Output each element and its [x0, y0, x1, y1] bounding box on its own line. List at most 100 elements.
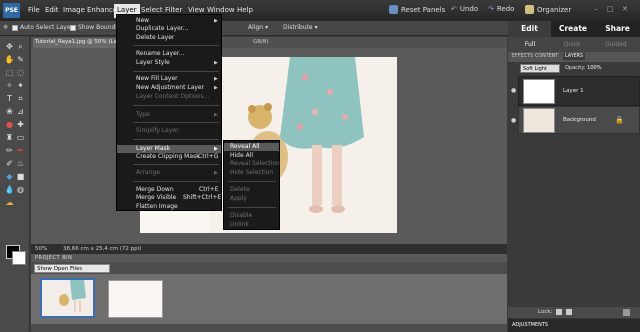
marquee-tool-icon[interactable]: ⬚: [4, 68, 15, 78]
cookie-cutter-tool-icon[interactable]: ❀: [4, 107, 15, 117]
reset-panels-button[interactable]: Reset Panels: [389, 5, 445, 14]
blend-mode-select[interactable]: Soft Light: [520, 64, 560, 73]
menu-item-delete-layer[interactable]: Delete Layer: [136, 34, 174, 41]
maximize-button[interactable]: □: [607, 5, 614, 13]
menu-item-new[interactable]: New: [136, 17, 149, 24]
menu-item-arrange: Arrange: [136, 169, 160, 176]
menu-item-new-adjustment-layer[interactable]: New Adjustment Layer: [136, 84, 204, 91]
bin-thumbnail-active[interactable]: [40, 278, 95, 318]
shortcut-label: Shift+Ctrl+E: [183, 194, 222, 201]
background-color-swatch[interactable]: [12, 251, 26, 265]
clone-stamp-tool-icon[interactable]: ♜: [4, 133, 15, 143]
brush-tool-icon[interactable]: ✒: [15, 146, 26, 156]
move-tool-icon[interactable]: ✥: [4, 42, 15, 52]
document-tab-fragment: GB/8): [253, 39, 269, 45]
tab-share[interactable]: Share: [595, 21, 640, 37]
menu-item-merge-down[interactable]: Merge Down: [136, 186, 174, 193]
crop-tool-icon[interactable]: ⌗: [15, 94, 26, 104]
opacity-value: 100%: [587, 65, 602, 71]
menu-file[interactable]: File: [25, 5, 43, 15]
eyedropper-tool-icon[interactable]: ✎: [15, 55, 26, 65]
reset-icon: [389, 5, 398, 14]
sponge-tool-icon[interactable]: ◍: [15, 185, 26, 195]
shape-tool-icon[interactable]: ■: [15, 172, 26, 182]
tab-create[interactable]: Create: [551, 21, 595, 37]
menu-item-duplicate-layer[interactable]: Duplicate Layer...: [136, 25, 188, 32]
tab-layers[interactable]: LAYERS: [563, 53, 586, 60]
subtab-guided[interactable]: Guided: [595, 39, 637, 51]
minimize-button[interactable]: –: [594, 5, 598, 13]
paint-bucket-tool-icon[interactable]: ♨: [15, 159, 26, 169]
pencil-tool-icon[interactable]: ✏: [4, 146, 15, 156]
healing-brush-tool-icon[interactable]: ✚: [15, 120, 26, 130]
bin-thumbnail[interactable]: [108, 280, 163, 318]
red-eye-tool-icon[interactable]: ●: [4, 120, 15, 130]
menu-item-rename-layer[interactable]: Rename Layer...: [136, 50, 184, 57]
lasso-tool-icon[interactable]: ◌: [15, 68, 26, 78]
layer-row-background[interactable]: ● Background 🔒: [511, 106, 640, 134]
auto-select-checkbox[interactable]: Auto Select Layer: [12, 24, 73, 31]
align-dropdown[interactable]: Align ▾: [248, 24, 268, 31]
menu-item-reveal-all[interactable]: Reveal All: [230, 143, 260, 150]
smart-brush-tool-icon[interactable]: ✐: [4, 159, 15, 169]
menu-edit[interactable]: Edit: [42, 5, 62, 15]
layer-mask-submenu: Reveal All Hide All Reveal Selection Hid…: [223, 140, 280, 230]
tab-edit[interactable]: Edit: [508, 21, 551, 37]
tab-effects[interactable]: EFFECTS: [512, 54, 533, 59]
lock-transparency-icon[interactable]: [556, 309, 562, 315]
smudge-tool-icon[interactable]: ☁: [4, 198, 15, 208]
align-label: Align: [248, 24, 264, 31]
distribute-dropdown[interactable]: Distribute ▾: [283, 24, 318, 31]
opacity-control[interactable]: Opacity: 100%: [565, 65, 601, 71]
menu-item-hide-all[interactable]: Hide All: [230, 152, 253, 159]
gradient-tool-icon[interactable]: ◆: [4, 172, 15, 182]
bin-footer: [31, 324, 507, 332]
menu-item-apply-mask: Apply: [230, 195, 247, 202]
subtab-quick[interactable]: Quick: [552, 39, 592, 51]
lock-all-icon[interactable]: [566, 309, 572, 315]
menu-separator: [133, 45, 219, 46]
eraser-tool-icon[interactable]: ▭: [15, 133, 26, 143]
menu-item-type: Type: [136, 111, 150, 118]
menu-help[interactable]: Help: [234, 5, 256, 15]
menu-item-create-clipping-mask[interactable]: Create Clipping Mask: [136, 153, 200, 160]
project-bin: [31, 274, 507, 324]
zoom-tool-icon[interactable]: ⌕: [15, 42, 26, 52]
menu-item-new-fill-layer[interactable]: New Fill Layer: [136, 75, 178, 82]
layer-thumbnail: [523, 79, 555, 104]
menu-item-flatten-image[interactable]: Flatten Image: [136, 203, 178, 210]
close-button[interactable]: ✕: [622, 5, 628, 13]
organizer-button[interactable]: Organizer: [525, 5, 571, 14]
layer-row-layer1[interactable]: ● Layer 1: [511, 76, 640, 106]
organizer-icon: [525, 5, 534, 14]
checkbox-icon: [12, 24, 18, 31]
layer-menu: New ▶ Duplicate Layer... Delete Layer Ren…: [116, 14, 222, 211]
eye-icon[interactable]: ●: [511, 87, 516, 94]
redo-button[interactable]: ↷ Redo: [488, 5, 514, 13]
panel-tabs: EFFECTS CONTENT LAYERS: [508, 52, 640, 62]
layer-name: Background: [563, 117, 596, 123]
straighten-tool-icon[interactable]: ⊿: [15, 107, 26, 117]
redo-icon: ↷: [488, 5, 494, 13]
menu-item-layer-style[interactable]: Layer Style: [136, 59, 170, 66]
quick-selection-tool-icon[interactable]: ✦: [15, 81, 26, 91]
adjustments-header: ADJUSTMENTS: [508, 319, 640, 332]
submenu-arrow-icon: ▶: [214, 146, 218, 152]
menu-item-merge-visible[interactable]: Merge Visible: [136, 194, 176, 201]
eye-icon[interactable]: ●: [511, 117, 516, 124]
bin-files-select[interactable]: Show Open Files: [34, 264, 110, 273]
redo-label: Redo: [496, 5, 515, 13]
magic-wand-tool-icon[interactable]: ✧: [4, 81, 15, 91]
trash-icon[interactable]: [623, 309, 630, 316]
menu-item-layer-mask[interactable]: Layer Mask: [136, 145, 170, 152]
tab-content[interactable]: CONTENT: [535, 54, 558, 59]
type-tool-icon[interactable]: T: [4, 94, 15, 104]
blur-tool-icon[interactable]: 💧: [4, 185, 15, 195]
thumbnail-image: [42, 280, 93, 316]
hand-tool-icon[interactable]: ✋: [4, 55, 15, 65]
menu-item-delete-mask: Delete: [230, 186, 250, 193]
subtab-full[interactable]: Full: [510, 39, 550, 51]
undo-button[interactable]: ↶ Undo: [451, 5, 478, 13]
layers-footer: Lock:: [508, 307, 640, 318]
document-tab[interactable]: Tutorial_Raya1.jpg @ 50% (Layer 1: [33, 38, 123, 48]
